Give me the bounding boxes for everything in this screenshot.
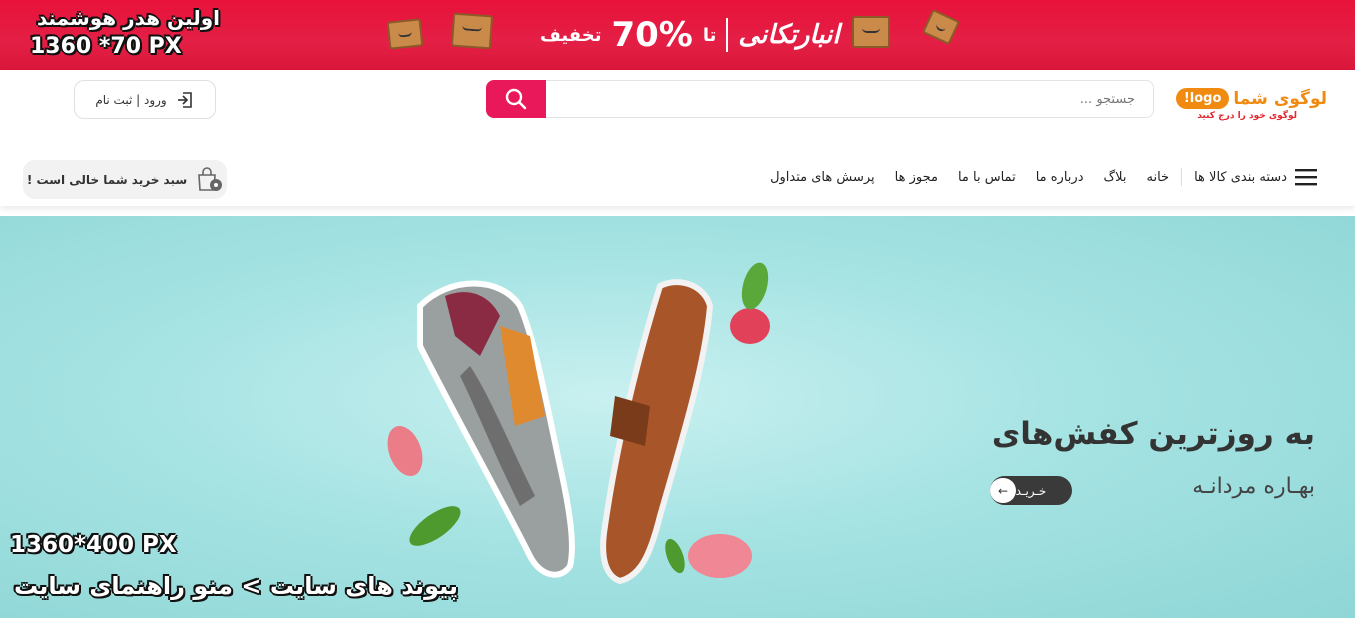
nav-item-licenses[interactable]: مجوز ها (895, 170, 938, 185)
categories-label: دسته بندی کالا ها (1194, 169, 1287, 185)
login-register-button[interactable]: ورود | ثبت نام (74, 80, 216, 119)
nav-item-blog[interactable]: بلاگ (1103, 170, 1126, 185)
hero-dimension-label: 1360*400 PX (10, 532, 177, 558)
promo-discount-word: تخفیف (540, 24, 602, 46)
promo-title: اولین هدر هوشمند (36, 6, 220, 30)
cart-button[interactable]: سبد خرید شما خالی است ! (23, 160, 227, 199)
search-input[interactable] (542, 80, 1154, 118)
hero-banner[interactable]: به روزترین کفش‌های بهـاره مردانـه خـریـد… (0, 216, 1355, 618)
hero-subtitle: بهـاره مردانـه (1192, 474, 1315, 499)
hamburger-icon (1295, 169, 1317, 186)
main-nav: دسته بندی کالا ها خانه بلاگ درباره ما تم… (750, 162, 1317, 192)
logo-subtitle: لوگوی خود را درج کنید (1197, 111, 1297, 121)
promo-size: 1360 *70 PX (30, 34, 182, 59)
promo-brand: انبارتکانی (738, 20, 840, 50)
login-register-label: ورود | ثبت نام (95, 92, 167, 107)
site-header: لوگوی شما logo! لوگوی خود را درج کنید ور… (0, 70, 1355, 206)
promo-offer: تخفیف 70% تا انبارتکانی (540, 8, 840, 62)
nav-item-faq[interactable]: پرسش های متداول (770, 170, 875, 185)
logo-text: لوگوی شما (1233, 88, 1327, 109)
box-icon (386, 18, 424, 50)
arrow-left-icon[interactable]: ← (990, 478, 1016, 503)
cart-label: سبد خرید شما خالی است ! (26, 172, 188, 187)
nav-item-about[interactable]: درباره ما (1036, 170, 1084, 185)
promo-percent: 70% (611, 15, 693, 55)
nav-item-home[interactable]: خانه (1147, 170, 1170, 185)
login-icon (177, 91, 192, 108)
promo-upto: تا (702, 24, 717, 46)
hero-path-label: پیوند های سایت > منو راهنمای سایت (14, 572, 458, 600)
search-icon (505, 88, 527, 110)
nav-item-contact[interactable]: تماس با ما (958, 170, 1016, 185)
buy-button-label: خـریـد (1015, 483, 1047, 498)
promo-dimension-label: اولین هدر هوشمند 1360 *70 PX (30, 4, 220, 62)
promo-divider (726, 18, 729, 52)
hero-title: به روزترین کفش‌های (991, 416, 1315, 452)
promo-banner[interactable]: اولین هدر هوشمند 1360 *70 PX تخفیف 70% ت… (0, 0, 1355, 70)
logo-pill: logo! (1175, 88, 1230, 109)
search-button[interactable] (486, 80, 546, 118)
box-icon (921, 8, 961, 46)
search-bar (486, 80, 1154, 118)
shopping-bag-icon (198, 166, 223, 191)
box-icon (852, 16, 890, 48)
shoes-image (387, 262, 770, 585)
categories-menu[interactable]: دسته بندی کالا ها (1181, 168, 1317, 186)
box-icon (450, 12, 494, 50)
site-logo[interactable]: لوگوی شما logo! لوگوی خود را درج کنید (1175, 88, 1327, 132)
